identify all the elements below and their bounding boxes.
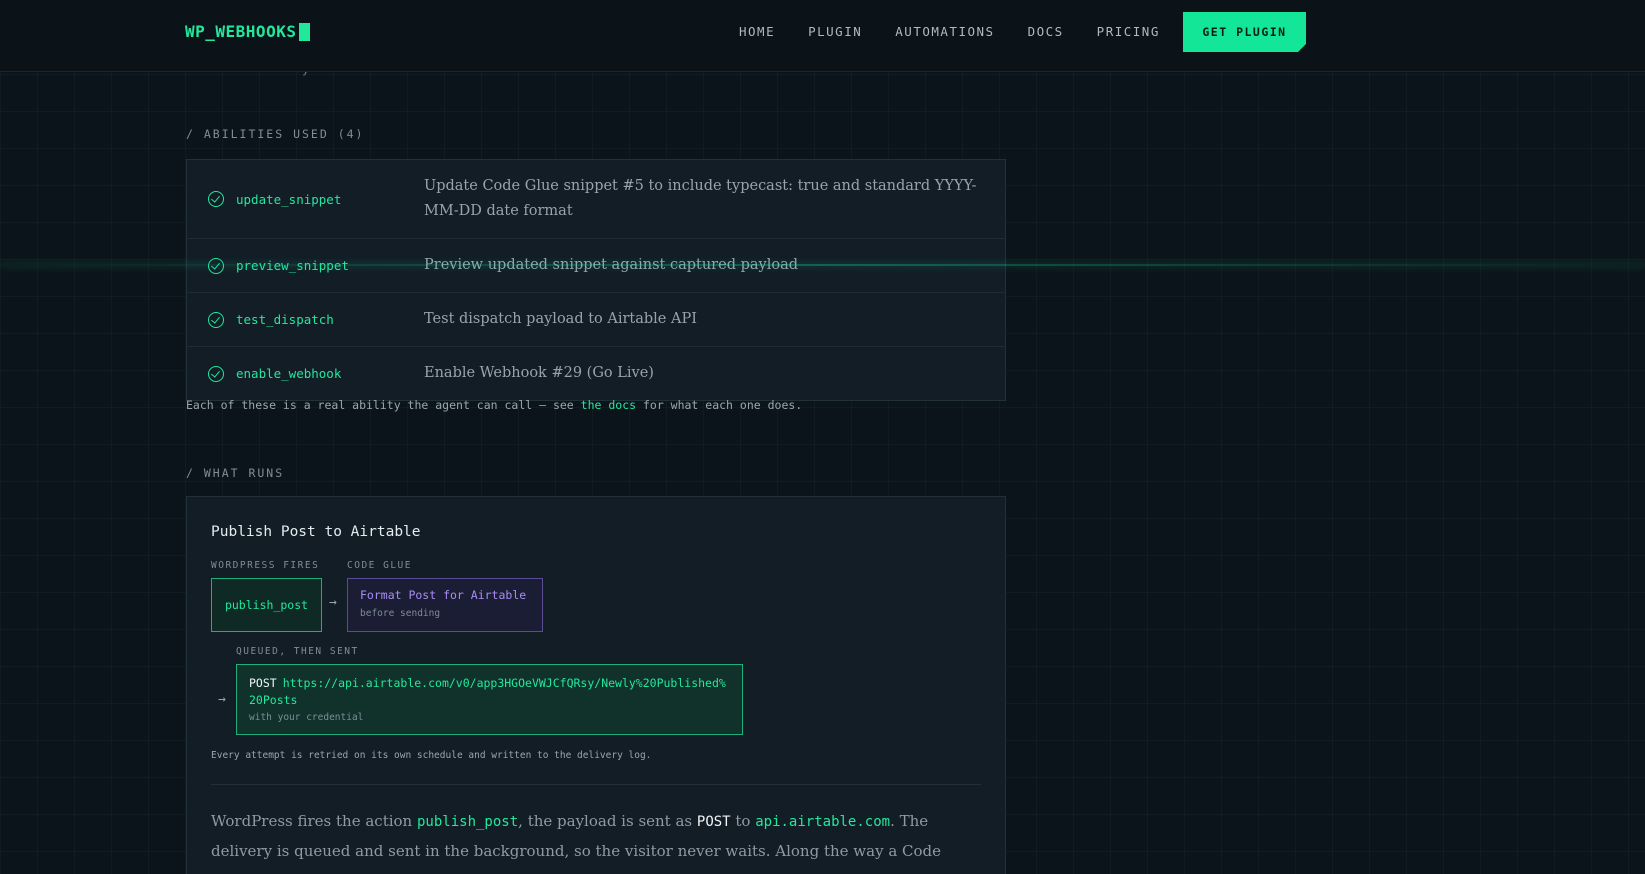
note-text: Each of these is a real ability the agen… (186, 398, 581, 412)
para-text: WordPress fires the action (211, 812, 417, 830)
check-circle-icon (208, 311, 224, 328)
get-plugin-button[interactable]: GET PLUGIN (1183, 12, 1306, 52)
ability-description: Enable Webhook #29 (Go Live) (424, 365, 654, 381)
para-text: , the payload is sent as (518, 812, 697, 830)
arrow-right-icon: → (218, 692, 226, 707)
nav-plugin[interactable]: PLUGIN (808, 24, 862, 39)
cursor-block-icon (299, 22, 311, 41)
what-runs-card: Publish Post to Airtable WORDPRESS FIRES… (186, 496, 1006, 874)
queued-label: QUEUED, THEN SENT (236, 646, 359, 657)
ability-name: test_dispatch (236, 312, 334, 327)
check-circle-icon (208, 191, 224, 207)
para-host: api.airtable.com (755, 814, 891, 830)
code-glue-title: Format Post for Airtable (360, 588, 527, 602)
wordpress-fires-label: WORDPRESS FIRES (211, 560, 320, 571)
main-nav: HOME PLUGIN AUTOMATIONS DOCS PRICING (739, 24, 1160, 39)
nav-docs[interactable]: DOCS (1028, 24, 1064, 39)
para-method: POST (696, 814, 731, 830)
retry-note: Every attempt is retried on its own sche… (211, 750, 652, 761)
automation-title: Publish Post to Airtable (211, 524, 421, 540)
para-action: publish_post (417, 814, 519, 830)
ability-description: Test dispatch payload to Airtable API (424, 311, 697, 327)
ability-name: enable_webhook (236, 366, 342, 381)
request-url: https://api.airtable.com/v0/app3HGOeVWJC… (249, 676, 726, 707)
check-circle-icon (208, 365, 224, 382)
note-text: for what each one does. (636, 398, 803, 412)
ability-row: update_snippet Update Code Glue snippet … (187, 160, 1005, 239)
code-glue-label: CODE GLUE (347, 560, 412, 571)
abilities-table: update_snippet Update Code Glue snippet … (186, 159, 1006, 401)
trigger-action-box: publish_post (211, 578, 322, 632)
abilities-section-label: / ABILITIES USED (4) (186, 127, 365, 141)
check-circle-icon (208, 257, 224, 274)
ability-row: enable_webhook Enable Webhook #29 (Go Li… (187, 347, 1005, 400)
site-logo[interactable]: WP_WEBHOOKS (185, 22, 311, 41)
para-text: to (730, 812, 756, 830)
nav-automations[interactable]: AUTOMATIONS (895, 24, 994, 39)
arrow-right-icon: → (329, 595, 337, 610)
code-glue-subtitle: before sending (360, 608, 441, 619)
nav-home[interactable]: HOME (739, 24, 775, 39)
docs-link[interactable]: the docs (581, 398, 636, 412)
ability-row: preview_snippet Preview updated snippet … (187, 239, 1005, 293)
credential-note: with your credential (249, 712, 364, 723)
ability-row: test_dispatch Test dispatch payload to A… (187, 293, 1005, 347)
description-paragraph: WordPress fires the action publish_post,… (211, 807, 971, 874)
ability-name: preview_snippet (236, 258, 349, 273)
abilities-note: Each of these is a real ability the agen… (186, 398, 802, 412)
what-runs-section-label: / WHAT RUNS (186, 466, 285, 480)
code-glue-box: Format Post for Airtable before sending (347, 578, 543, 632)
top-navbar: WP_WEBHOOKS HOME PLUGIN AUTOMATIONS DOCS… (0, 0, 1645, 72)
http-method: POST (249, 676, 277, 690)
logo-text: WP_WEBHOOKS (185, 22, 297, 41)
nav-pricing[interactable]: PRICING (1097, 24, 1160, 39)
ability-description: Update Code Glue snippet #5 to include t… (424, 178, 977, 219)
divider (211, 784, 981, 785)
request-line: POST https://api.airtable.com/v0/app3HGOe… (249, 675, 730, 709)
ability-name: update_snippet (236, 191, 342, 207)
ability-description: Preview updated snippet against captured… (424, 257, 798, 273)
request-box: POST https://api.airtable.com/v0/app3HGOe… (236, 664, 743, 735)
